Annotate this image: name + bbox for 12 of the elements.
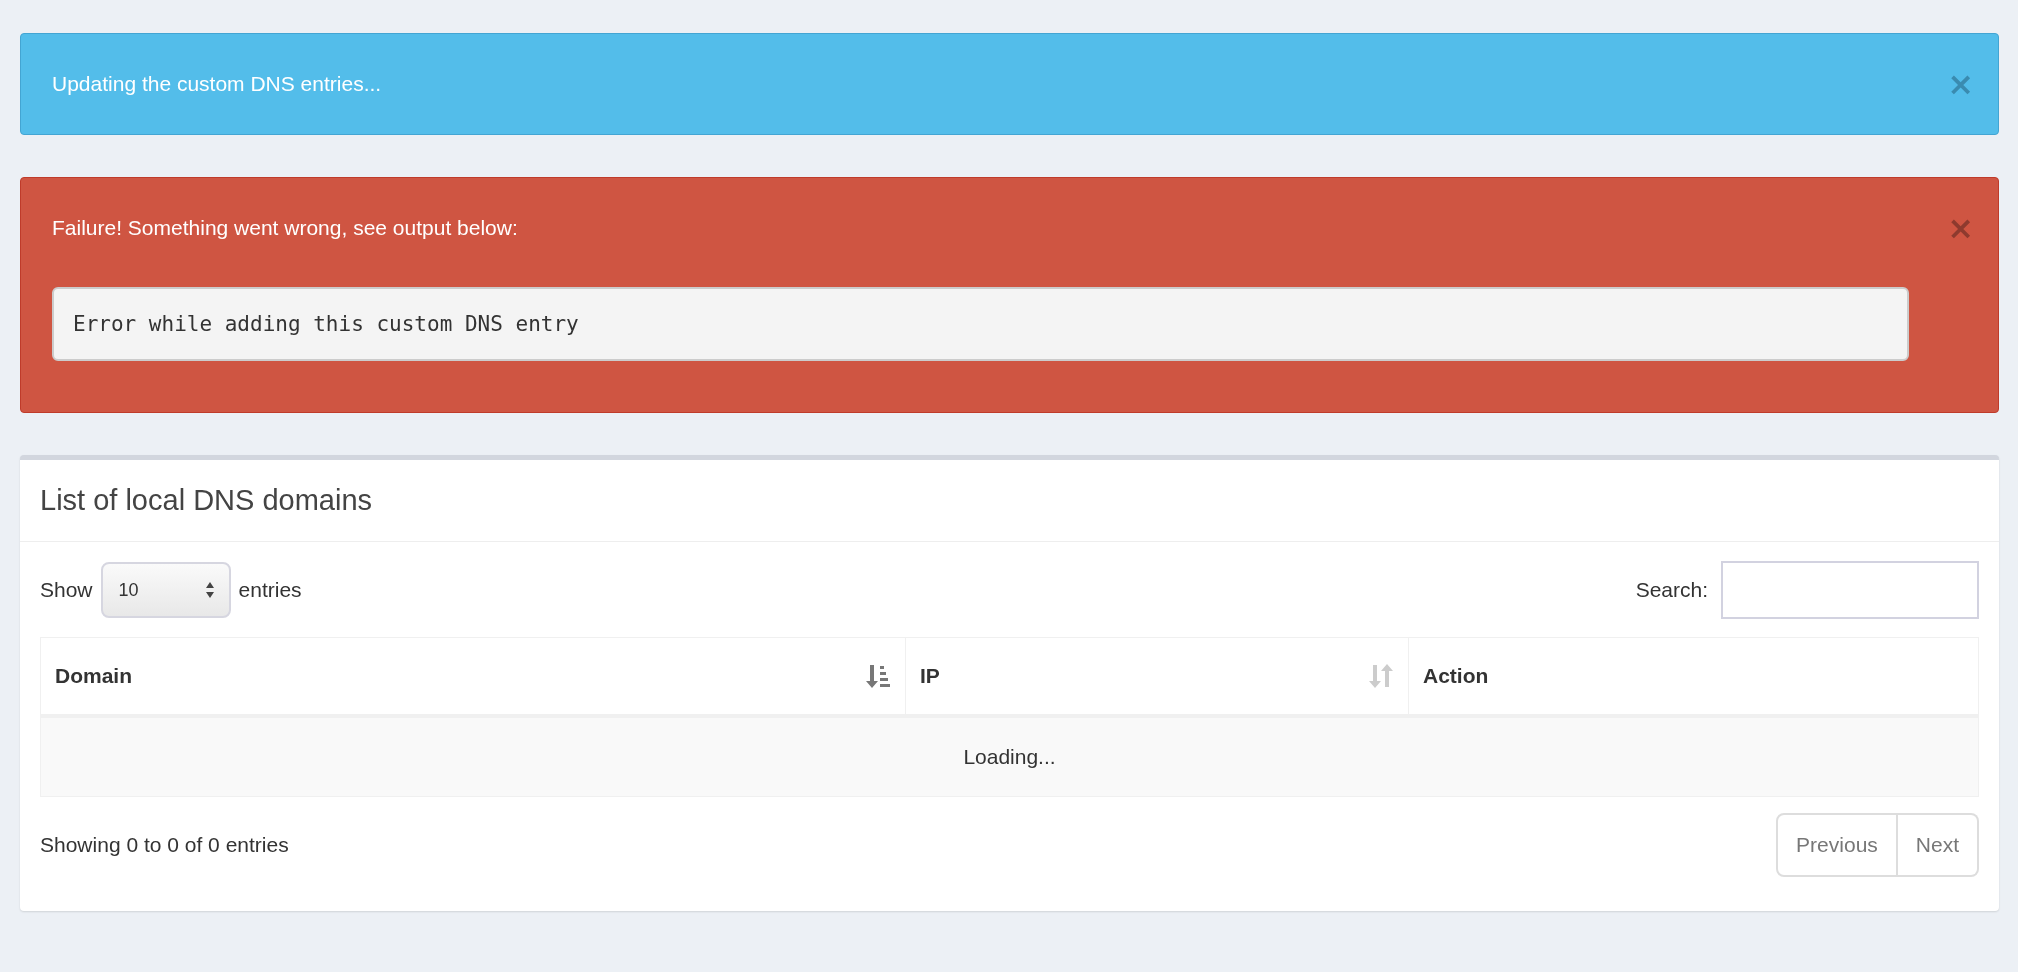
search-label: Search:: [1635, 578, 1708, 602]
box-title: List of local DNS domains: [40, 484, 373, 516]
up-down-arrows-icon: [204, 581, 215, 599]
entries-select[interactable]: 10: [100, 562, 231, 618]
entries-label: entries: [238, 578, 302, 602]
loading-message: Loading...: [40, 716, 1979, 797]
search-field[interactable]: [1721, 561, 1979, 619]
alert-message: Updating the custom DNS entries...: [52, 71, 382, 97]
table-info: Showing 0 to 0 of 0 entries: [40, 833, 289, 857]
show-label: Show: [40, 578, 93, 602]
alert-message: Failure! Something went wrong, see output below:: [52, 215, 518, 241]
error-output: Error while adding this custom DNS entry: [52, 287, 1910, 361]
